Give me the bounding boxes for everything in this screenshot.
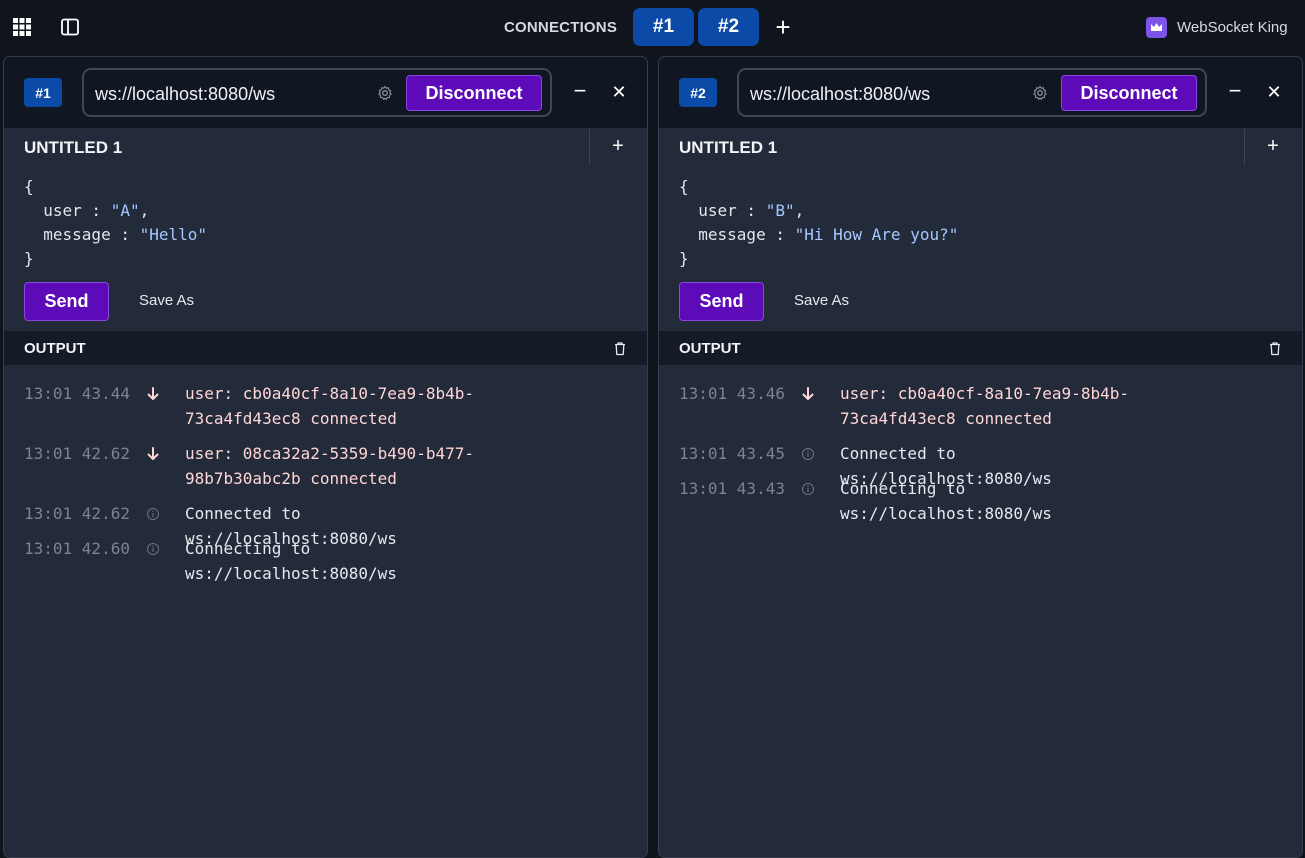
divider — [589, 129, 590, 165]
trash-icon[interactable] — [1268, 341, 1282, 356]
arrow-down-icon — [147, 387, 159, 400]
code-line: { — [24, 177, 34, 196]
log-message: user: 08ca32a2-5359-b490-b477-98b7b30abc… — [185, 444, 474, 488]
add-connection-button[interactable]: + — [772, 14, 794, 40]
document-title[interactable]: UNTITLED 1 — [24, 138, 122, 158]
panel-header: #1 ws://localhost:8080/ws Disconnect − ✕ — [4, 57, 647, 128]
message-editor[interactable]: { user : "B", message : "Hi How Are you?… — [679, 175, 1279, 275]
send-button[interactable]: Send — [679, 282, 764, 321]
gear-icon[interactable] — [1032, 85, 1048, 101]
save-as-button[interactable]: Save As — [794, 292, 849, 309]
info-icon — [147, 508, 159, 520]
arrow-down-icon — [802, 387, 814, 400]
log-time: 13:01 43.44 — [24, 384, 130, 403]
add-document-button[interactable]: + — [610, 135, 626, 157]
log-time: 13:01 43.43 — [679, 479, 785, 498]
close-button[interactable]: ✕ — [610, 81, 628, 103]
url-field[interactable]: ws://localhost:8080/ws Disconnect — [737, 68, 1207, 117]
code-line: message : "Hi How Are you?" — [679, 225, 959, 244]
log-message: Connecting to ws://localhost:8080/ws — [840, 479, 1052, 523]
log-time: 13:01 42.62 — [24, 504, 130, 523]
tab-connection-1[interactable]: #1 — [633, 8, 694, 46]
minimize-button[interactable]: − — [1226, 79, 1244, 103]
close-button[interactable]: ✕ — [1265, 81, 1283, 103]
log-message: user: cb0a40cf-8a10-7ea9-8b4b-73ca4fd43e… — [840, 384, 1129, 428]
send-button[interactable]: Send — [24, 282, 109, 321]
disconnect-button[interactable]: Disconnect — [406, 75, 542, 111]
tab-connection-2[interactable]: #2 — [698, 8, 759, 46]
log-message: Connecting to ws://localhost:8080/ws — [185, 539, 397, 583]
connection-panel-2: #2 ws://localhost:8080/ws Disconnect − ✕… — [658, 56, 1303, 858]
log-time: 13:01 43.45 — [679, 444, 785, 463]
save-as-button[interactable]: Save As — [139, 292, 194, 309]
minimize-button[interactable]: − — [571, 79, 589, 103]
disconnect-button[interactable]: Disconnect — [1061, 75, 1197, 111]
panel-header: #2 ws://localhost:8080/ws Disconnect − ✕ — [659, 57, 1302, 128]
crown-icon — [1146, 17, 1167, 38]
code-line: } — [24, 249, 34, 268]
sidebar-toggle-icon[interactable] — [60, 17, 80, 37]
top-bar: CONNECTIONS #1 #2 + WebSocket King — [0, 0, 1305, 56]
code-line: message : "Hello" — [24, 225, 208, 244]
connections-label: CONNECTIONS — [504, 19, 618, 36]
log-time: 13:01 42.62 — [24, 444, 130, 463]
info-icon — [802, 483, 814, 495]
output-title: OUTPUT — [679, 340, 741, 357]
divider — [1244, 129, 1245, 165]
code-line: } — [679, 249, 689, 268]
trash-icon[interactable] — [613, 341, 627, 356]
code-line: { — [679, 177, 689, 196]
connection-badge: #1 — [24, 78, 62, 107]
code-line: user : "A", — [24, 201, 150, 220]
gear-icon[interactable] — [377, 85, 393, 101]
url-text[interactable]: ws://localhost:8080/ws — [750, 84, 930, 105]
log-message: user: cb0a40cf-8a10-7ea9-8b4b-73ca4fd43e… — [185, 384, 474, 428]
brand: WebSocket King — [1146, 17, 1288, 38]
output-header: OUTPUT — [4, 331, 647, 365]
url-text[interactable]: ws://localhost:8080/ws — [95, 84, 275, 105]
log-time: 13:01 42.60 — [24, 539, 130, 558]
document-title[interactable]: UNTITLED 1 — [679, 138, 777, 158]
info-icon — [802, 448, 814, 460]
connection-panel-1: #1 ws://localhost:8080/ws Disconnect − ✕… — [3, 56, 648, 858]
code-line: user : "B", — [679, 201, 805, 220]
add-document-button[interactable]: + — [1265, 135, 1281, 157]
info-icon — [147, 543, 159, 555]
url-field[interactable]: ws://localhost:8080/ws Disconnect — [82, 68, 552, 117]
connection-badge: #2 — [679, 78, 717, 107]
output-title: OUTPUT — [24, 340, 86, 357]
log-time: 13:01 43.46 — [679, 384, 785, 403]
grid-icon[interactable] — [12, 17, 32, 37]
arrow-down-icon — [147, 447, 159, 460]
message-editor[interactable]: { user : "A", message : "Hello" } — [24, 175, 624, 275]
output-header: OUTPUT — [659, 331, 1302, 365]
brand-name: WebSocket King — [1177, 19, 1288, 36]
